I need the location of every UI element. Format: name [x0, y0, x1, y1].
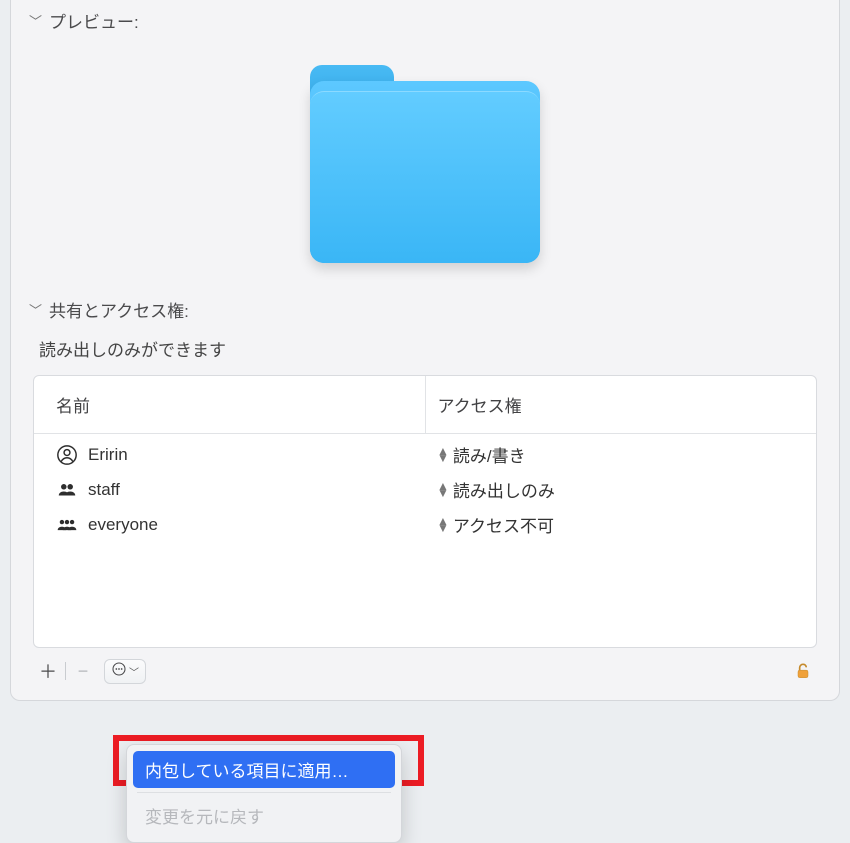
separator	[65, 662, 66, 680]
folder-icon	[310, 65, 540, 265]
privilege-value: 読み出しのみ	[453, 477, 555, 502]
menu-item-apply-enclosed[interactable]: 内包している項目に適用…	[133, 751, 395, 788]
ellipsis-circle-icon	[111, 661, 127, 682]
preview-section-header[interactable]: ﹀ プレビュー:	[11, 0, 839, 41]
user-name: Eririn	[88, 445, 128, 465]
privilege-selector[interactable]: ▲▼ アクセス不可	[437, 512, 804, 537]
chevron-down-icon[interactable]: ﹀	[29, 300, 43, 319]
privilege-selector[interactable]: ▲▼ 読み/書き	[437, 442, 804, 467]
preview-title: プレビュー:	[49, 8, 139, 33]
sharing-section-header[interactable]: ﹀ 共有とアクセス権:	[11, 289, 839, 330]
table-row[interactable]: Eririn ▲▼ 読み/書き	[34, 434, 816, 473]
privilege-selector[interactable]: ▲▼ 読み出しのみ	[437, 477, 804, 502]
up-down-stepper-icon: ▲▼	[437, 483, 449, 497]
permissions-toolbar: ＋ − ﹀	[33, 654, 817, 688]
sharing-title: 共有とアクセス権:	[49, 297, 189, 322]
column-header-privilege[interactable]: アクセス権	[425, 376, 816, 434]
lock-button[interactable]	[793, 660, 817, 682]
privilege-value: 読み/書き	[453, 442, 526, 467]
add-button[interactable]: ＋	[33, 658, 63, 684]
permissions-summary: 読み出しのみができます	[11, 330, 839, 375]
chevron-down-icon[interactable]: ﹀	[29, 11, 43, 30]
everyone-icon	[56, 514, 78, 536]
group-icon	[56, 479, 78, 501]
remove-button[interactable]: −	[68, 658, 98, 684]
info-panel: ﹀ プレビュー: ﹀ 共有とアクセス権: 読み出しのみができます 名前 アクセス…	[10, 0, 840, 701]
permissions-table: 名前 アクセス権 Eririn	[33, 375, 817, 648]
table-row[interactable]: staff ▲▼ 読み出しのみ	[34, 472, 816, 507]
column-header-name[interactable]: 名前	[34, 376, 425, 434]
action-popup-menu: 内包している項目に適用… 変更を元に戻す	[126, 744, 402, 843]
privilege-value: アクセス不可	[453, 512, 554, 537]
user-name: everyone	[88, 515, 158, 535]
table-row[interactable]: everyone ▲▼ アクセス不可	[34, 507, 816, 647]
up-down-stepper-icon: ▲▼	[437, 448, 449, 462]
unlocked-icon	[793, 660, 813, 682]
preview-area	[11, 41, 839, 289]
menu-item-revert-changes: 変更を元に戻す	[133, 797, 395, 834]
user-name: staff	[88, 480, 120, 500]
chevron-down-icon: ﹀	[129, 664, 139, 679]
separator	[137, 792, 391, 793]
up-down-stepper-icon: ▲▼	[437, 518, 449, 532]
person-icon	[56, 444, 78, 466]
action-menu-button[interactable]: ﹀	[104, 659, 146, 684]
